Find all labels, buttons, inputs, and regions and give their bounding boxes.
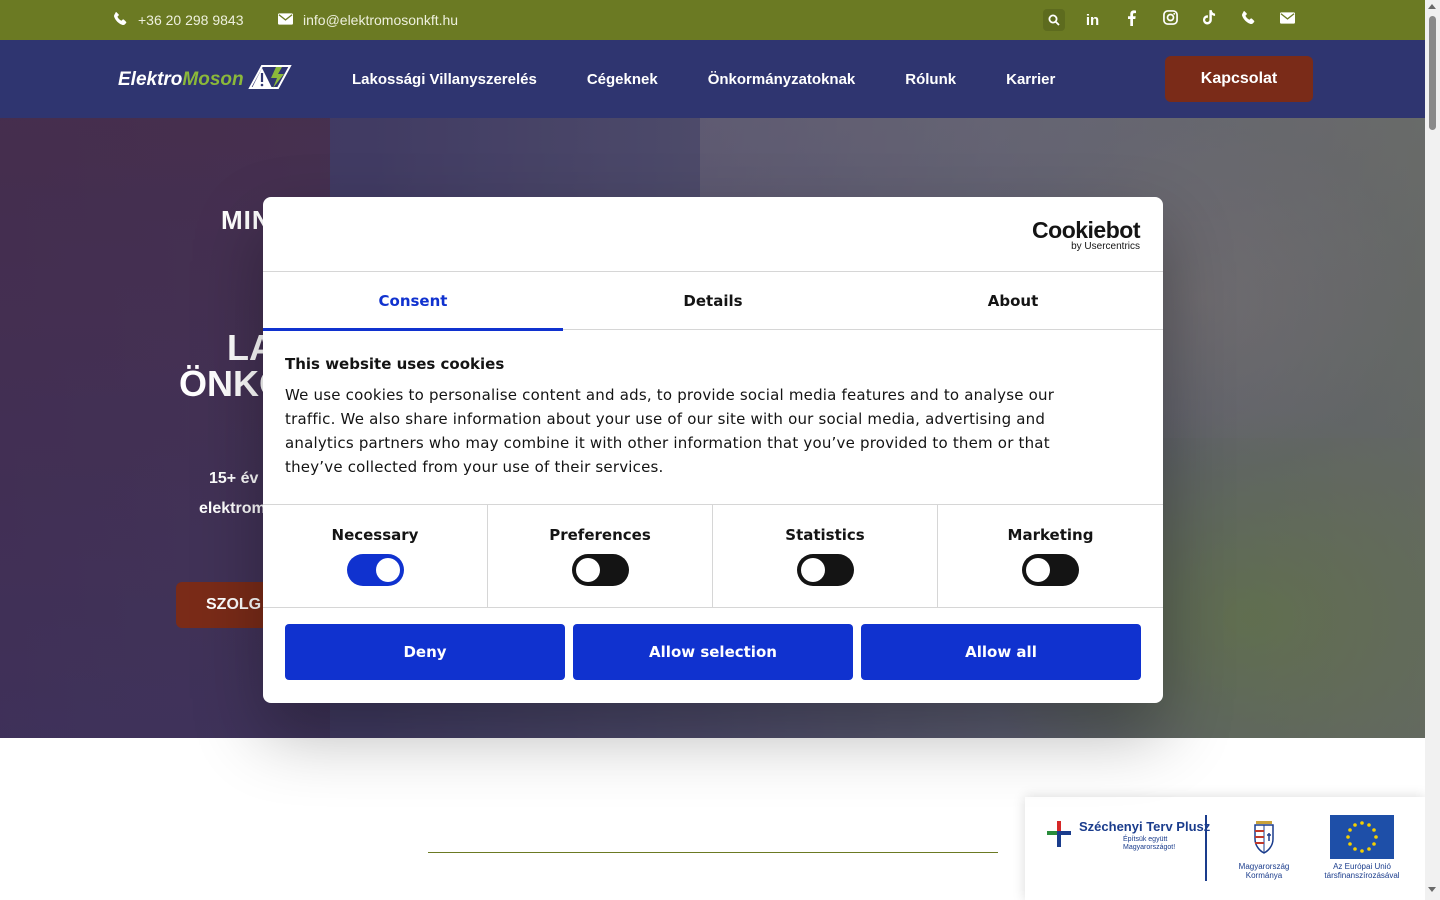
dialog-description: We use cookies to personalise content an… xyxy=(285,386,1055,476)
page: +36 20 298 9843 info@elektromosonkft.hu … xyxy=(0,0,1440,900)
government-label: Magyarország Kormánya xyxy=(1238,862,1290,880)
deny-button[interactable]: Deny xyxy=(285,624,565,680)
allow-all-button[interactable]: Allow all xyxy=(861,624,1141,680)
social-links: in xyxy=(1034,0,1307,40)
phone-icon xyxy=(1241,10,1256,30)
hero-description-line2: elektrom xyxy=(199,500,266,517)
scroll-up-arrow-icon[interactable] xyxy=(1428,4,1436,9)
hero-description: 15+ év t elektrom xyxy=(199,464,268,524)
category-label: Marketing xyxy=(1007,526,1094,544)
dialog-body: This website uses cookies We use cookies… xyxy=(285,355,1105,479)
allow-selection-button[interactable]: Allow selection xyxy=(573,624,853,680)
marketing-toggle[interactable] xyxy=(1022,554,1079,586)
hero-description-line1: 15+ év t xyxy=(209,470,269,487)
envelope-icon xyxy=(278,12,303,28)
scrollbar-thumb[interactable] xyxy=(1429,16,1436,130)
search-icon xyxy=(1042,9,1065,31)
email-social-link[interactable] xyxy=(1268,0,1307,40)
toggle-knob xyxy=(575,558,600,582)
dialog-header: Cookiebot by Usercentrics xyxy=(263,197,1163,272)
nav-item-karrier[interactable]: Karrier xyxy=(1006,71,1055,88)
scroll-down-arrow-icon[interactable] xyxy=(1428,887,1436,892)
nav-menu: Lakossági Villanyszerelés Cégeknek Önkor… xyxy=(352,40,1105,118)
tiktok-link[interactable] xyxy=(1190,0,1229,40)
badge-divider xyxy=(1205,815,1207,881)
linkedin-icon: in xyxy=(1085,11,1100,29)
logo-text-moson: Moson xyxy=(182,69,244,90)
facebook-icon xyxy=(1127,9,1136,31)
envelope-icon xyxy=(1280,11,1295,29)
main-nav: Elektro Moson Lakossági Villanyszerelés C… xyxy=(0,40,1425,118)
nav-item-lakossagi[interactable]: Lakossági Villanyszerelés xyxy=(352,71,537,88)
category-label: Statistics xyxy=(785,526,865,544)
top-bar: +36 20 298 9843 info@elektromosonkft.hu … xyxy=(0,0,1425,40)
toggle-knob xyxy=(800,558,825,582)
necessary-toggle[interactable] xyxy=(346,554,404,586)
instagram-icon xyxy=(1163,10,1178,30)
category-marketing: Marketing xyxy=(938,505,1163,608)
phone-social-link[interactable] xyxy=(1229,0,1268,40)
category-label: Necessary xyxy=(331,526,419,544)
category-necessary: Necessary xyxy=(263,505,488,608)
category-label: Preferences xyxy=(549,526,651,544)
phone-link[interactable]: +36 20 298 9843 xyxy=(113,0,244,40)
tiktok-icon xyxy=(1203,10,1216,30)
facebook-link[interactable] xyxy=(1112,0,1151,40)
toggle-knob xyxy=(375,558,400,582)
instagram-link[interactable] xyxy=(1151,0,1190,40)
eu-logo: Az Európai Unió társfinanszírozásával xyxy=(1317,815,1407,880)
dialog-tabs: Consent Details About xyxy=(263,272,1163,331)
section-divider xyxy=(428,852,998,853)
page-scrollbar[interactable] xyxy=(1425,0,1440,900)
category-preferences: Preferences xyxy=(488,505,713,608)
nav-item-rolunk[interactable]: Rólunk xyxy=(905,71,956,88)
site-logo[interactable]: Elektro Moson xyxy=(118,65,292,95)
nav-item-cegeknek[interactable]: Cégeknek xyxy=(587,71,658,88)
cookie-categories: Necessary Preferences Statistics Marketi… xyxy=(263,504,1163,608)
eu-flag-icon xyxy=(1330,815,1394,859)
tab-about[interactable]: About xyxy=(863,272,1163,330)
preferences-toggle[interactable] xyxy=(571,554,629,586)
szechenyi-logo: Széchenyi Terv Plusz Építsük együtt Magy… xyxy=(1045,819,1215,854)
phone-icon xyxy=(113,11,138,29)
cookiebot-logo[interactable]: Cookiebot by Usercentrics xyxy=(1032,217,1140,253)
szechenyi-cross-icon xyxy=(1045,819,1075,854)
eu-funding-badge[interactable]: Széchenyi Terv Plusz Építsük együtt Magy… xyxy=(1025,797,1425,900)
toggle-knob xyxy=(1026,558,1050,582)
dialog-heading: This website uses cookies xyxy=(285,355,505,373)
dialog-buttons: Deny Allow selection Allow all xyxy=(285,624,1141,680)
phone-number: +36 20 298 9843 xyxy=(138,12,244,28)
szechenyi-title: Széchenyi Terv Plusz xyxy=(1079,819,1211,834)
search-button[interactable] xyxy=(1034,0,1073,40)
contact-button[interactable]: Kapcsolat xyxy=(1165,56,1313,102)
linkedin-link[interactable]: in xyxy=(1073,0,1112,40)
logo-text-elektro: Elektro xyxy=(118,69,183,90)
cookie-consent-dialog: Cookiebot by Usercentrics Consent Detail… xyxy=(263,197,1163,703)
hungarian-coat-of-arms-icon xyxy=(1251,821,1277,859)
logo-lightning-icon xyxy=(244,64,292,96)
statistics-toggle[interactable] xyxy=(796,554,854,586)
category-statistics: Statistics xyxy=(713,505,938,608)
szechenyi-tagline: Építsük együtt Magyarországot! xyxy=(1123,836,1176,851)
eu-label: Az Európai Unió társfinanszírozásával xyxy=(1324,862,1400,880)
cookiebot-brand: Cookiebot xyxy=(1032,217,1140,243)
email-link[interactable]: info@elektromosonkft.hu xyxy=(278,0,458,40)
tab-details[interactable]: Details xyxy=(563,272,863,330)
email-address: info@elektromosonkft.hu xyxy=(303,12,459,28)
nav-item-onkormanyzatoknak[interactable]: Önkormányzatoknak xyxy=(708,71,856,88)
tab-consent[interactable]: Consent xyxy=(263,272,563,331)
government-logo: Magyarország Kormánya xyxy=(1225,815,1303,880)
